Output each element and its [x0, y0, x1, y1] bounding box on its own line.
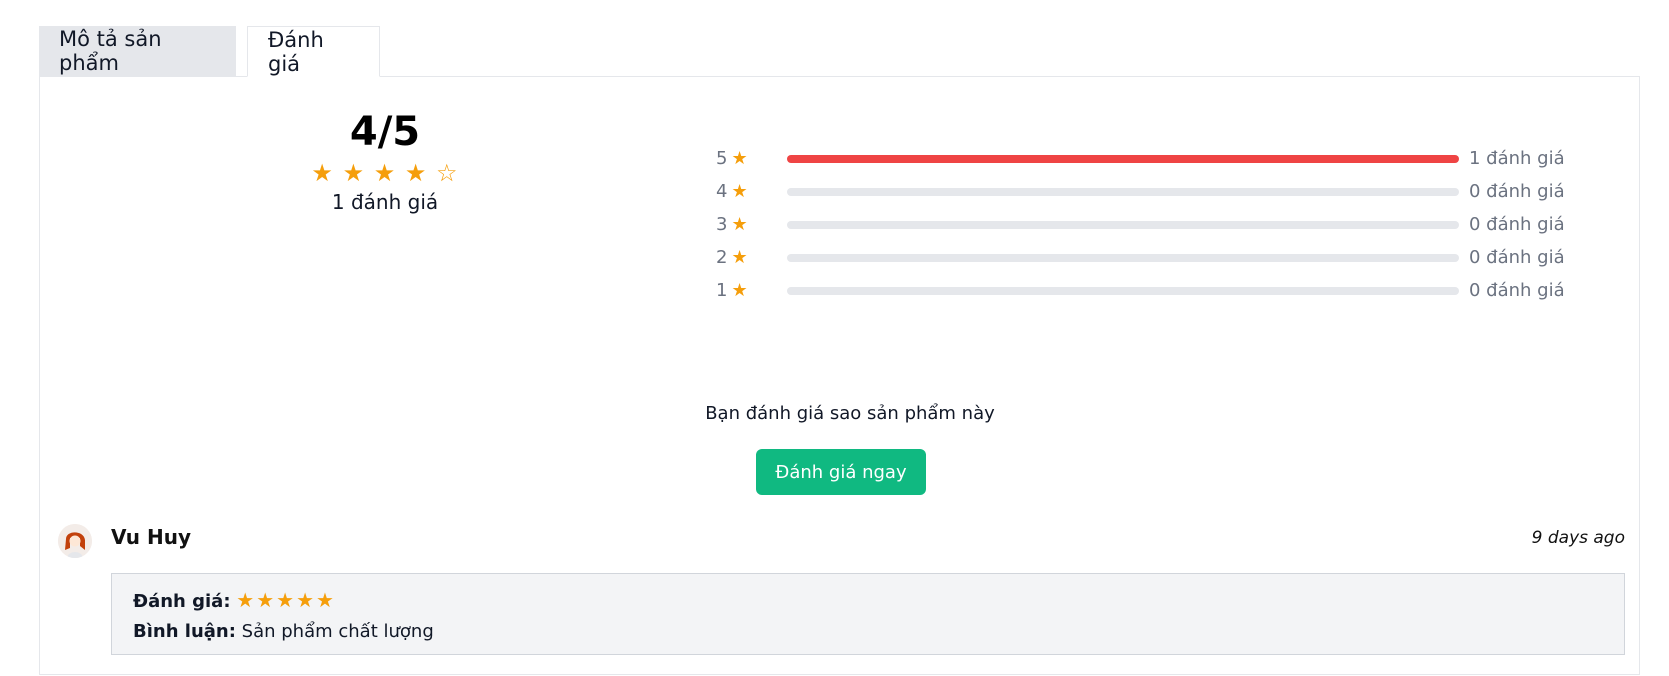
star-icon: ★	[276, 588, 297, 612]
reviewer-name: Vu Huy	[111, 525, 191, 549]
star-icon: ★	[296, 588, 317, 612]
distribution-bar-track	[787, 287, 1459, 295]
distribution-bar-fill	[787, 155, 1459, 163]
total-reviews: 1 đánh giá	[331, 190, 439, 214]
average-stars: ★ ★ ★ ★ ☆	[270, 160, 500, 186]
star-icon: ★	[256, 588, 277, 612]
review-rating-line: Đánh giá: ★★★★★	[133, 584, 1603, 616]
review-time: 9 days ago	[1531, 528, 1625, 548]
review-stars: ★★★★★	[236, 588, 336, 612]
review-comment: Sản phẩm chất lượng	[241, 621, 434, 642]
distribution-row-3: 3 ★ 0 đánh giá	[716, 213, 1576, 237]
distribution-count: 0 đánh giá	[1469, 247, 1565, 268]
star-icon: ★	[311, 159, 334, 187]
star-outline-icon: ☆	[436, 159, 459, 187]
distribution-bar-track	[787, 155, 1459, 163]
distribution-bar-track	[787, 254, 1459, 262]
distribution-row-2: 2 ★ 0 đánh giá	[716, 246, 1576, 270]
distribution-row-1: 1 ★ 0 đánh giá	[716, 279, 1576, 303]
avatar-icon	[58, 524, 92, 558]
distribution-bar-track	[787, 188, 1459, 196]
review-comment-label: Bình luận:	[133, 621, 236, 642]
star-icon: ★	[731, 247, 748, 268]
rate-prompt: Bạn đánh giá sao sản phẩm này	[705, 403, 995, 424]
tab-product-description[interactable]: Mô tả sản phẩm	[39, 26, 236, 76]
star-level: 1	[716, 280, 728, 301]
star-icon: ★	[404, 159, 428, 187]
review-comment-line: Bình luận: Sản phẩm chất lượng	[133, 616, 1603, 648]
star-icon: ★	[731, 214, 748, 235]
star-icon: ★	[236, 588, 257, 612]
distribution-bar-track	[787, 221, 1459, 229]
star-icon: ★	[373, 159, 397, 187]
distribution-count: 1 đánh giá	[1469, 148, 1565, 169]
user-avatar	[58, 524, 92, 558]
rate-now-button[interactable]: Đánh giá ngay	[756, 449, 926, 495]
review-content: Đánh giá: ★★★★★ Bình luận: Sản phẩm chất…	[111, 573, 1625, 655]
distribution-count: 0 đánh giá	[1469, 181, 1565, 202]
star-icon: ★	[731, 148, 748, 169]
distribution-row-4: 4 ★ 0 đánh giá	[716, 180, 1576, 204]
star-level: 2	[716, 247, 728, 268]
distribution-count: 0 đánh giá	[1469, 214, 1565, 235]
star-level: 3	[716, 214, 728, 235]
average-score: 4/5	[349, 109, 421, 155]
distribution-row-5: 5 ★ 1 đánh giá	[716, 147, 1576, 171]
product-tabs: Mô tả sản phẩm Đánh giá	[39, 26, 380, 77]
star-level: 5	[716, 148, 728, 169]
star-icon: ★	[316, 588, 336, 612]
star-icon: ★	[342, 159, 366, 187]
star-icon: ★	[731, 181, 748, 202]
star-icon: ★	[731, 280, 748, 301]
tab-reviews[interactable]: Đánh giá	[247, 26, 380, 77]
distribution-count: 0 đánh giá	[1469, 280, 1565, 301]
review-rating-label: Đánh giá:	[133, 591, 231, 612]
star-level: 4	[716, 181, 728, 202]
rating-summary: 4/5 ★ ★ ★ ★ ☆ 1 đánh giá	[270, 110, 500, 214]
